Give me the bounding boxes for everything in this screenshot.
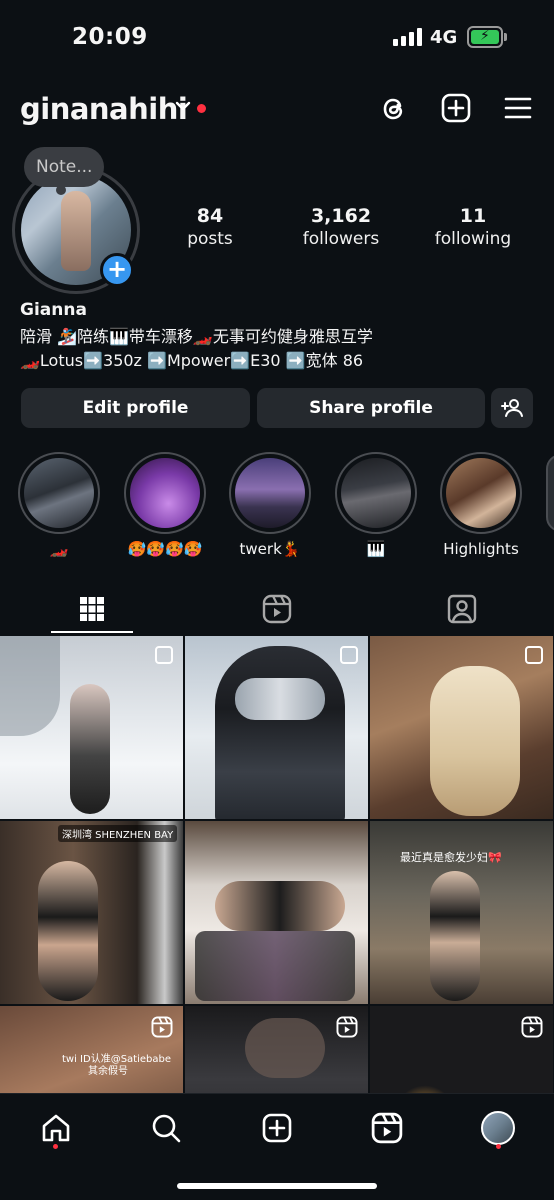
post-caption-overlay: 最近真是愈发少妇🎀	[400, 851, 502, 864]
share-profile-button[interactable]: Share profile	[257, 388, 485, 428]
tab-tagged[interactable]	[370, 585, 554, 633]
profile-header: ginanahihi	[0, 82, 554, 138]
reels-icon	[262, 594, 292, 624]
carousel-icon	[155, 646, 173, 664]
post-caption-overlay: 其余假号	[88, 1066, 128, 1077]
highlight-ring	[124, 452, 206, 534]
highlight-label: 🏎️	[49, 540, 69, 558]
posts-count: 84	[196, 205, 224, 227]
nav-create[interactable]	[257, 1108, 297, 1148]
note-bubble[interactable]: Note...	[24, 147, 105, 187]
battery-cap	[504, 33, 507, 41]
home-notification-dot	[53, 1144, 58, 1149]
location-sticker: 深圳湾 SHENZHEN BAY	[58, 825, 178, 842]
nav-profile[interactable]	[478, 1108, 518, 1148]
add-story-icon[interactable]: +	[100, 253, 134, 287]
tab-posts-grid[interactable]	[0, 585, 184, 633]
highlight-item[interactable]: 🎹	[335, 452, 417, 560]
nav-home[interactable]	[36, 1108, 76, 1148]
create-icon	[262, 1113, 292, 1143]
bio-line-2: 🏎️Lotus➡️350z ➡️Mpower➡️E30 ➡️宽体 86	[20, 351, 364, 370]
followers-label: followers	[302, 229, 380, 249]
post-thumbnail[interactable]	[370, 636, 553, 819]
post-thumbnail[interactable]	[185, 821, 368, 1004]
home-icon	[42, 1114, 70, 1142]
add-person-icon	[501, 399, 523, 417]
menu-icon[interactable]	[502, 92, 534, 124]
carousel-icon	[340, 646, 358, 664]
reels-icon	[371, 1112, 403, 1144]
search-icon	[152, 1114, 181, 1143]
tagged-icon	[447, 594, 477, 624]
post-thumbnail[interactable]	[370, 1006, 553, 1094]
posts-label: posts	[187, 229, 233, 249]
notification-dot	[197, 104, 206, 113]
post-thumbnail[interactable]	[185, 636, 368, 819]
post-thumbnail[interactable]	[185, 1006, 368, 1094]
profile-avatar-small	[481, 1111, 515, 1145]
highlight-label: Highlights	[443, 540, 519, 558]
nav-search[interactable]	[146, 1108, 186, 1148]
followers-count: 3,162	[310, 205, 372, 227]
highlight-ring	[18, 452, 100, 534]
home-indicator	[177, 1183, 377, 1189]
active-tab-indicator	[51, 631, 133, 633]
status-bar: 20:09 4G ⚡	[0, 0, 554, 70]
highlight-label: twerk💃	[239, 540, 301, 558]
edit-profile-button[interactable]: Edit profile	[21, 388, 250, 428]
grid-icon	[80, 597, 104, 621]
reel-icon	[336, 1016, 358, 1038]
highlight-item[interactable]: 🏎️	[18, 452, 100, 560]
highlight-ring	[335, 452, 417, 534]
create-post-icon[interactable]	[440, 92, 472, 124]
highlight-item[interactable]: twerk💃	[229, 452, 311, 560]
tab-reels[interactable]	[185, 585, 369, 633]
chevron-down-icon[interactable]	[175, 100, 191, 112]
following-label: following	[434, 229, 512, 249]
highlight-ring	[440, 452, 522, 534]
stat-posts[interactable]: 84 posts	[185, 205, 235, 249]
posts-grid: 深圳湾 SHENZHEN BAY 最近真是愈发少妇🎀 twi ID认准@Sati…	[0, 636, 554, 1094]
signal-icon	[393, 28, 422, 46]
threads-icon[interactable]	[378, 92, 410, 124]
highlight-item[interactable]: 🥵🥵🥵🥵	[124, 452, 206, 560]
carousel-icon	[525, 646, 543, 664]
display-name: Gianna	[20, 300, 87, 320]
username-switcher[interactable]: ginanahihi	[20, 92, 188, 126]
discover-people-button[interactable]	[491, 388, 533, 428]
status-time: 20:09	[72, 24, 148, 50]
post-thumbnail[interactable]: 最近真是愈发少妇🎀	[370, 821, 553, 1004]
bio: 陪滑 🏂陪练🎹带车漂移🏎️无事可约健身雅思互学 🏎️Lotus➡️350z ➡️…	[20, 325, 373, 373]
following-count: 11	[459, 205, 487, 227]
profile-tabs	[0, 585, 554, 635]
profile-notification-dot	[496, 1144, 501, 1149]
nav-reels[interactable]	[367, 1108, 407, 1148]
highlight-item[interactable]: Highlights	[440, 452, 522, 560]
battery-icon: ⚡	[467, 26, 503, 48]
reel-icon	[151, 1016, 173, 1038]
highlight-ring	[229, 452, 311, 534]
highlight-label: 🥵🥵🥵🥵	[127, 540, 203, 558]
network-type: 4G	[430, 27, 458, 48]
post-thumbnail[interactable]: 深圳湾 SHENZHEN BAY	[0, 821, 183, 1004]
post-thumbnail[interactable]	[0, 636, 183, 819]
reel-icon	[521, 1016, 543, 1038]
highlight-item-partial[interactable]	[546, 454, 554, 532]
bio-line-1: 陪滑 🏂陪练🎹带车漂移🏎️无事可约健身雅思互学	[20, 327, 373, 346]
stat-following[interactable]: 11 following	[432, 205, 514, 249]
highlight-label: 🎹	[366, 540, 386, 558]
stat-followers[interactable]: 3,162 followers	[296, 205, 386, 249]
post-thumbnail[interactable]: twi ID认准@Satiebabe 其余假号	[0, 1006, 183, 1094]
